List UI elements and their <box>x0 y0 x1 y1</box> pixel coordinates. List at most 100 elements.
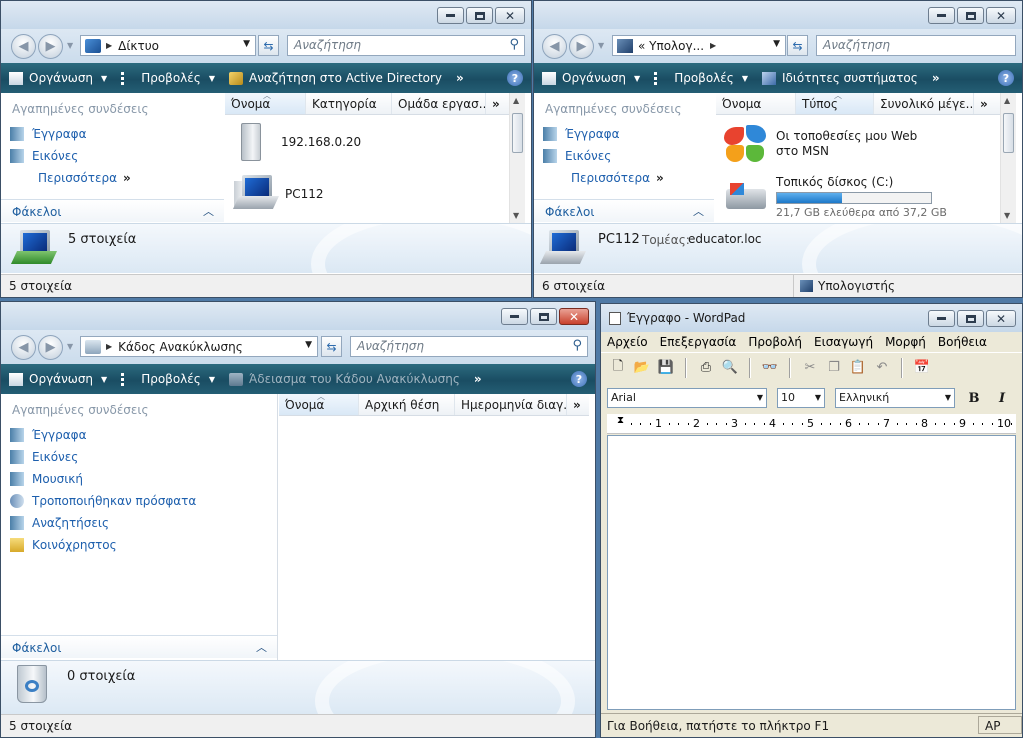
link-public[interactable]: Κοινόχρηστος <box>1 534 277 556</box>
address-bar[interactable]: ▶ Δίκτυο ▼ <box>80 35 256 56</box>
scroll-up-icon[interactable]: ▲ <box>1004 96 1010 105</box>
document-area[interactable] <box>607 435 1016 710</box>
close-button[interactable]: ✕ <box>986 310 1016 327</box>
column-name[interactable]: ︿ Όνομα <box>279 394 359 415</box>
insert-datetime-icon[interactable]: 📅 <box>913 359 931 377</box>
column-name[interactable]: ︿ Όνομα <box>225 93 306 114</box>
folders-bar[interactable]: Φάκελοι ︿ <box>1 199 224 222</box>
link-pictures[interactable]: Εικόνες <box>1 446 277 468</box>
cut-icon[interactable]: ✂ <box>801 359 819 377</box>
back-button[interactable]: ◀ <box>542 34 567 59</box>
more-commands-button[interactable]: » <box>932 71 940 85</box>
link-pictures[interactable]: Εικόνες <box>534 145 714 167</box>
more-columns-button[interactable]: » <box>486 93 506 114</box>
copy-icon[interactable]: ❐ <box>825 359 843 377</box>
back-button[interactable]: ◀ <box>11 335 36 360</box>
scroll-down-icon[interactable]: ▼ <box>513 211 519 220</box>
script-select[interactable]: Ελληνική ▼ <box>835 388 955 408</box>
title-bar[interactable]: ✕ <box>1 1 531 29</box>
help-button[interactable]: ? <box>571 371 587 387</box>
recent-pages-dropdown[interactable]: ▼ <box>598 41 604 50</box>
scroll-down-icon[interactable]: ▼ <box>1004 211 1010 220</box>
maximize-button[interactable] <box>957 7 984 24</box>
forward-button[interactable]: ▶ <box>38 34 63 59</box>
address-dropdown-icon[interactable]: ▼ <box>773 39 780 49</box>
print-preview-icon[interactable]: 🔍 <box>721 359 739 377</box>
menu-edit[interactable]: Επεξεργασία <box>654 332 743 352</box>
column-type[interactable]: ︿ Τύπος <box>796 93 874 114</box>
minimize-button[interactable] <box>928 310 955 327</box>
link-searches[interactable]: Αναζητήσεις <box>1 512 277 534</box>
title-bar[interactable]: ✕ <box>534 1 1022 29</box>
menu-file[interactable]: Αρχείο <box>601 332 654 352</box>
views-button[interactable]: Προβολές ▼ <box>121 71 215 85</box>
search-input[interactable]: Αναζήτηση ⚲ <box>287 35 525 56</box>
content-divider[interactable] <box>277 394 278 660</box>
find-icon[interactable]: 👓 <box>761 359 779 377</box>
paste-icon[interactable]: 📋 <box>849 359 867 377</box>
back-button[interactable]: ◀ <box>11 34 36 59</box>
list-item[interactable]: 192.168.0.20 <box>233 121 361 163</box>
maximize-button[interactable] <box>957 310 984 327</box>
new-icon[interactable]: 🗋 <box>609 359 627 377</box>
forward-button[interactable]: ▶ <box>38 335 63 360</box>
search-input[interactable]: Αναζήτηση <box>816 35 1016 56</box>
font-select[interactable]: Arial ▼ <box>607 388 767 408</box>
search-active-directory-button[interactable]: Αναζήτηση στο Active Directory <box>228 71 442 85</box>
vertical-scrollbar[interactable]: ▲ ▼ <box>509 93 525 223</box>
column-total-size[interactable]: Συνολικό μέγε... <box>874 93 974 114</box>
minimize-button[interactable] <box>501 308 528 325</box>
organize-button[interactable]: Οργάνωση ▼ <box>542 71 640 85</box>
link-music[interactable]: Μουσική <box>1 468 277 490</box>
scroll-thumb[interactable] <box>1003 113 1014 153</box>
undo-icon[interactable]: ↶ <box>873 359 891 377</box>
more-commands-button[interactable]: » <box>474 372 482 386</box>
column-workgroup[interactable]: Ομάδα εργασ... <box>392 93 486 114</box>
list-item-local-disk[interactable]: Τοπικός δίσκος (C:) 21,7 GB ελεύθερα από… <box>722 173 947 219</box>
help-button[interactable]: ? <box>507 70 523 86</box>
help-button[interactable]: ? <box>998 70 1014 86</box>
open-icon[interactable]: 📂 <box>633 359 651 377</box>
minimize-button[interactable] <box>928 7 955 24</box>
link-recently-changed[interactable]: Τροποποιήθηκαν πρόσφατα <box>1 490 277 512</box>
list-item-msn[interactable]: Οι τοποθεσίες μου Web στο MSN <box>722 123 941 165</box>
column-original-location[interactable]: Αρχική θέση <box>359 394 455 415</box>
font-size-select[interactable]: 10 ▼ <box>777 388 825 408</box>
refresh-button[interactable]: ⇆ <box>321 336 342 357</box>
save-icon[interactable]: 💾 <box>657 359 675 377</box>
link-documents[interactable]: Έγγραφα <box>1 424 277 446</box>
maximize-button[interactable] <box>466 7 493 24</box>
link-documents[interactable]: Έγγραφα <box>1 123 224 145</box>
vertical-scrollbar[interactable]: ▲ ▼ <box>1000 93 1016 223</box>
address-dropdown-icon[interactable]: ▼ <box>305 340 312 350</box>
address-bar[interactable]: « Υπολογ... ▶ ▼ <box>612 35 786 56</box>
more-columns-button[interactable]: » <box>567 394 587 415</box>
more-columns-button[interactable]: » <box>974 93 994 114</box>
maximize-button[interactable] <box>530 308 557 325</box>
link-documents[interactable]: Έγγραφα <box>534 123 714 145</box>
italic-button[interactable]: I <box>993 391 1011 406</box>
forward-button[interactable]: ▶ <box>569 34 594 59</box>
list-item[interactable]: PC112 <box>232 173 324 215</box>
column-date-deleted[interactable]: Ημερομηνία διαγ... <box>455 394 567 415</box>
minimize-button[interactable] <box>437 7 464 24</box>
breadcrumb-arrow-icon[interactable]: ▶ <box>710 41 716 50</box>
views-button[interactable]: Προβολές ▼ <box>121 372 215 386</box>
organize-button[interactable]: Οργάνωση ▼ <box>9 372 107 386</box>
title-bar[interactable]: ✕ <box>1 302 595 330</box>
recent-pages-dropdown[interactable]: ▼ <box>67 41 73 50</box>
indent-marker-icon[interactable]: ⧗ <box>617 415 624 426</box>
breadcrumb-arrow-icon[interactable]: ▶ <box>106 342 112 351</box>
scroll-up-icon[interactable]: ▲ <box>513 96 519 105</box>
search-icon[interactable]: ⚲ <box>509 37 519 52</box>
column-category[interactable]: Κατηγορία <box>306 93 392 114</box>
refresh-button[interactable]: ⇆ <box>258 35 279 56</box>
organize-button[interactable]: Οργάνωση ▼ <box>9 71 107 85</box>
link-more[interactable]: Περισσότερα » <box>534 167 714 189</box>
breadcrumb-arrow-icon[interactable]: ▶ <box>106 41 112 50</box>
system-properties-button[interactable]: Ιδιότητες συστήματος <box>761 71 918 85</box>
bold-button[interactable]: B <box>965 391 983 406</box>
print-icon[interactable]: ⎙ <box>697 359 715 377</box>
search-icon[interactable]: ⚲ <box>572 338 582 353</box>
ruler[interactable]: ⧗ 1 2 3 4 5 6 7 8 9 10 <box>607 414 1016 434</box>
